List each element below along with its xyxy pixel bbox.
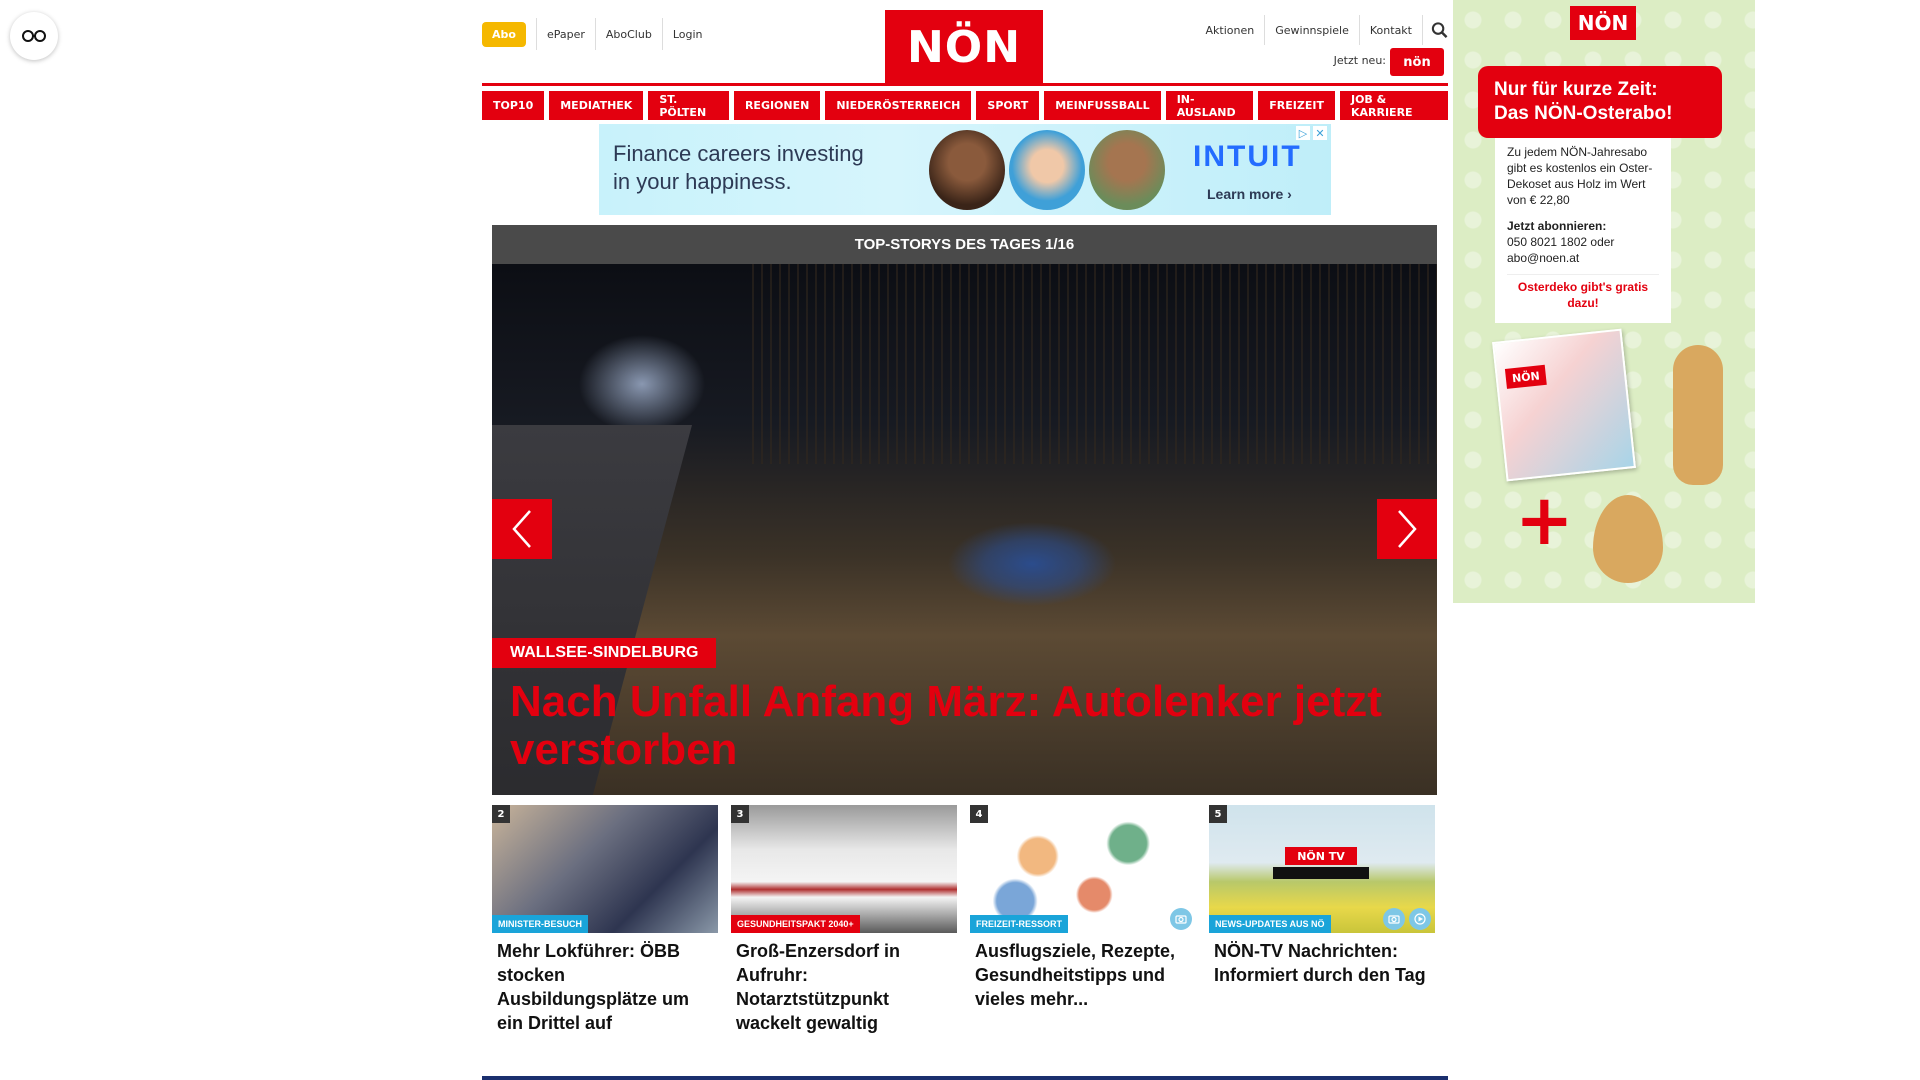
footer-bar <box>482 1076 1448 1080</box>
hero-image-trees <box>752 264 1437 464</box>
sidebar-ad-text-2: Jetzt abonnieren: <box>1507 219 1607 233</box>
nav-meinfussball[interactable]: MEINFUSSBALL <box>1044 91 1161 120</box>
sidebar-ad[interactable]: NÖN Nur für kurze Zeit: Das NÖN-Osterabo… <box>1453 0 1755 603</box>
nav-st-poelten[interactable]: ST. PÖLTEN <box>648 91 729 120</box>
teaser-badge[interactable]: GESUNDHEITSPAKT 2040+ <box>731 915 860 933</box>
nav-regionen[interactable]: REGIONEN <box>733 91 821 120</box>
sidebar-ad-text-1: Zu jedem NÖN-Jahresabo gibt es kostenlos… <box>1507 145 1653 207</box>
teaser-image[interactable]: 3 GESUNDHEITSPAKT 2040+ <box>731 805 957 933</box>
egg-decoration <box>1593 495 1663 583</box>
sidebar-ad-headline-2: Das NÖN-Osterabo! <box>1494 103 1673 124</box>
teaser-title[interactable]: Mehr Lokführer: ÖBB stocken Ausbildungsp… <box>492 939 718 1035</box>
teaser-badge[interactable]: NEWS-UPDATES AUS NÖ <box>1209 915 1331 933</box>
ad-banner[interactable]: Finance careers investing in your happin… <box>599 124 1331 215</box>
nav-in-ausland[interactable]: IN-AUSLAND <box>1165 91 1254 120</box>
magazine-image: NÖN <box>1492 328 1636 482</box>
noen-tv-logo: NÖN TV <box>1285 847 1357 865</box>
banner-line-1: Finance careers investing <box>613 141 864 166</box>
sidebar-ad-text-3: 050 8021 1802 oder abo@noen.at <box>1507 235 1615 265</box>
site-logo[interactable]: NÖN <box>885 10 1043 85</box>
teaser-card[interactable]: 2 MINISTER-BESUCH Mehr Lokführer: ÖBB st… <box>492 805 718 1035</box>
noen-tv-strip <box>1273 867 1369 879</box>
banner-person-1 <box>929 130 1005 210</box>
aktionen-link[interactable]: Aktionen <box>1196 15 1265 45</box>
slider-prev-button[interactable] <box>492 499 552 559</box>
teaser-title[interactable]: Ausflugsziele, Rezepte, Gesundheitstipps… <box>970 939 1196 1011</box>
sidebar-ad-text-4: Osterdeko gibt's gratis dazu! <box>1507 274 1659 311</box>
bunny-decoration <box>1673 345 1723 485</box>
hero-header: TOP-STORYS DES TAGES 1/16 <box>492 225 1437 264</box>
ad-choices[interactable]: ▷ ✕ <box>1296 126 1327 140</box>
teaser-rank: 5 <box>1209 805 1227 823</box>
kontakt-link[interactable]: Kontakt <box>1358 15 1422 45</box>
teaser-rank: 4 <box>970 805 988 823</box>
jetzt-neu-label: Jetzt neu: <box>1333 54 1386 67</box>
adchoices-icon[interactable]: ▷ <box>1296 126 1310 140</box>
login-link[interactable]: Login <box>661 18 713 50</box>
sidebar-ad-headline: Nur für kurze Zeit: Das NÖN-Osterabo! <box>1478 66 1722 138</box>
site-header: Abo ePaper AboClub Login NÖN Aktionen Ge… <box>482 10 1448 88</box>
header-divider <box>482 83 1448 86</box>
teaser-image[interactable]: 2 MINISTER-BESUCH <box>492 805 718 933</box>
glasses-icon <box>22 30 46 42</box>
reader-mode-button[interactable] <box>10 12 58 60</box>
teaser-card[interactable]: 4 FREIZEIT-RESSORT Ausflugsziele, Rezept… <box>970 805 1196 1011</box>
kids-logo[interactable]: nön <box>1390 48 1444 76</box>
teaser-badge[interactable]: MINISTER-BESUCH <box>492 915 589 933</box>
teaser-rank: 3 <box>731 805 749 823</box>
hero-headline[interactable]: Nach Unfall Anfang März: Autolenker jetz… <box>510 678 1420 774</box>
hero-category-tag[interactable]: WALLSEE-SINDELBURG <box>492 638 717 668</box>
teaser-card[interactable]: 3 GESUNDHEITSPAKT 2040+ Groß-Enzersdorf … <box>731 805 957 1035</box>
banner-brand: INTUIT <box>1193 140 1302 173</box>
sidebar-ad-card: Zu jedem NÖN-Jahresabo gibt es kostenlos… <box>1495 138 1671 323</box>
teaser-image[interactable]: 4 FREIZEIT-RESSORT <box>970 805 1196 933</box>
nav-niederoesterreich[interactable]: NIEDERÖSTERREICH <box>825 91 972 120</box>
top-links: Abo ePaper AboClub Login <box>482 14 713 54</box>
banner-cta[interactable]: Learn more › <box>1207 186 1292 202</box>
search-icon[interactable] <box>1422 15 1448 45</box>
banner-text: Finance careers investing in your happin… <box>613 140 864 196</box>
aboclub-link[interactable]: AboClub <box>594 18 662 50</box>
abo-button[interactable]: Abo <box>482 21 526 47</box>
sidebar-ad-logo: NÖN <box>1570 6 1636 40</box>
gewinnspiele-link[interactable]: Gewinnspiele <box>1264 15 1359 45</box>
main-nav: TOP10 MEDIATHEK ST. PÖLTEN REGIONEN NIED… <box>482 91 1448 120</box>
plus-sign: + <box>1515 479 1574 561</box>
magazine-logo: NÖN <box>1504 364 1547 389</box>
nav-sport[interactable]: SPORT <box>976 91 1040 120</box>
chevron-left-icon <box>512 510 531 548</box>
nav-freizeit[interactable]: FREIZEIT <box>1258 91 1335 120</box>
teaser-badge[interactable]: FREIZEIT-RESSORT <box>970 915 1069 933</box>
banner-line-2: in your happiness. <box>613 169 792 194</box>
banner-person-2 <box>1009 130 1085 210</box>
teaser-rank: 2 <box>492 805 510 823</box>
close-icon[interactable]: ✕ <box>1313 126 1327 140</box>
camera-icon <box>1170 908 1192 930</box>
teaser-title[interactable]: Groß-Enzersdorf in Aufruhr: Notarztstütz… <box>731 939 957 1035</box>
camera-icon <box>1383 908 1405 930</box>
sidebar-ad-headline-1: Nur für kurze Zeit: <box>1494 79 1658 100</box>
chevron-right-icon <box>1398 510 1417 548</box>
teaser-card[interactable]: 5 NÖN TV NEWS-UPDATES AUS NÖ NÖN-TV Nach… <box>1209 805 1435 987</box>
play-icon <box>1409 908 1431 930</box>
nav-top10[interactable]: TOP10 <box>482 91 545 120</box>
nav-job-karriere[interactable]: JOB & KARRIERE <box>1339 91 1448 120</box>
teaser-title[interactable]: NÖN-TV Nachrichten: Informiert durch den… <box>1209 939 1435 987</box>
banner-person-3 <box>1089 130 1165 210</box>
slider-next-button[interactable] <box>1377 499 1437 559</box>
teaser-image[interactable]: 5 NÖN TV NEWS-UPDATES AUS NÖ <box>1209 805 1435 933</box>
nav-mediathek[interactable]: MEDIATHEK <box>549 91 644 120</box>
epaper-link[interactable]: ePaper <box>535 18 595 50</box>
service-links: Aktionen Gewinnspiele Kontakt <box>1196 14 1448 46</box>
